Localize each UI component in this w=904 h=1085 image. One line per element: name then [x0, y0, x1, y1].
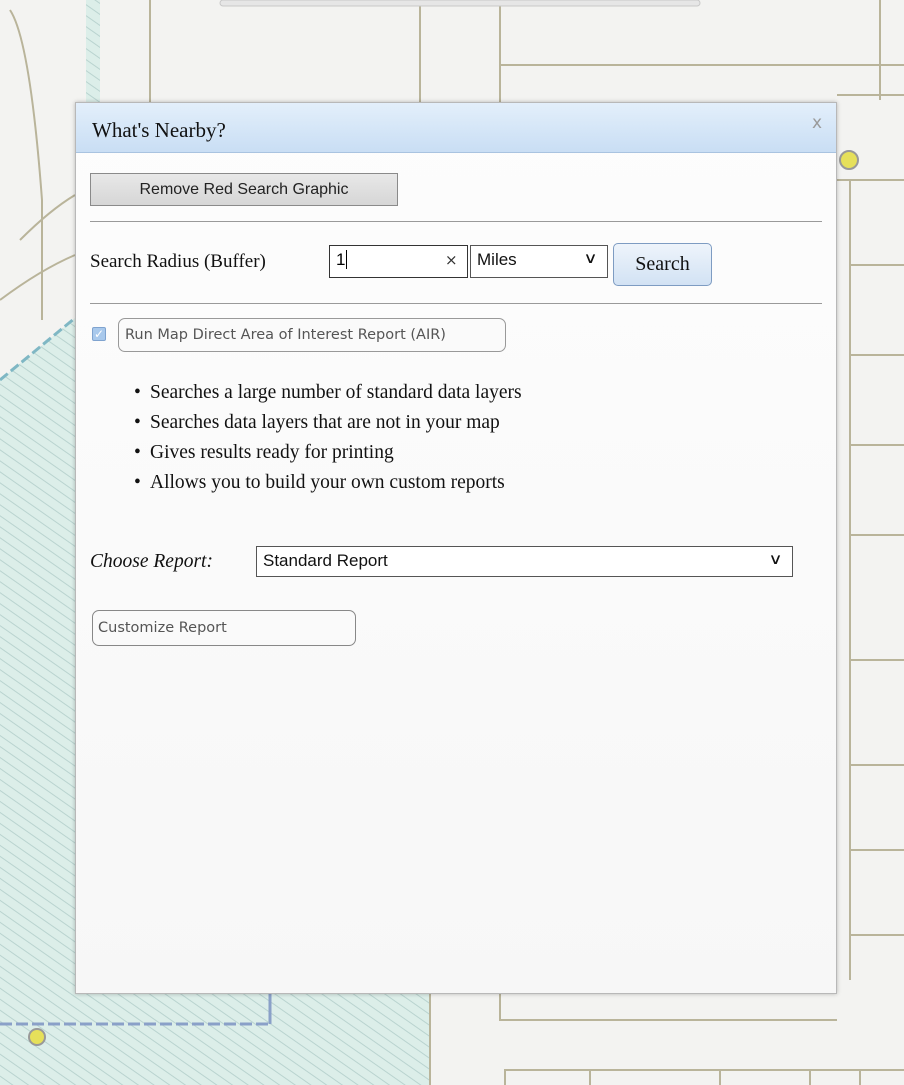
- list-item: Gives results ready for printing: [134, 438, 522, 468]
- run-air-report-button[interactable]: Run Map Direct Area of Interest Report (…: [118, 318, 506, 352]
- remove-red-search-graphic-button[interactable]: Remove Red Search Graphic: [90, 173, 398, 206]
- radius-unit-select[interactable]: Miles ∨: [470, 245, 608, 278]
- hatched-area-bottom: [0, 994, 430, 1085]
- list-item: Searches data layers that are not in you…: [134, 408, 522, 438]
- dialog-titlebar[interactable]: What's Nearby? x: [76, 103, 836, 153]
- hatched-strip: [86, 0, 100, 102]
- whats-nearby-dialog: What's Nearby? x Remove Red Search Graph…: [75, 102, 837, 994]
- report-select[interactable]: Standard Report ∨: [256, 546, 793, 577]
- map-marker-icon: [839, 150, 859, 170]
- map-marker-icon: [28, 1028, 46, 1046]
- search-button[interactable]: Search: [613, 243, 712, 286]
- list-item: Allows you to build your own custom repo…: [134, 468, 522, 498]
- list-item: Searches a large number of standard data…: [134, 378, 522, 408]
- hatched-area: [0, 318, 75, 1085]
- search-radius-value: 1: [336, 250, 346, 269]
- air-feature-list: Searches a large number of standard data…: [134, 378, 522, 498]
- divider: [90, 303, 822, 304]
- customize-report-button[interactable]: Customize Report: [92, 610, 356, 646]
- checkmark-icon: ✓: [93, 327, 105, 341]
- chevron-down-icon: ∨: [768, 550, 783, 568]
- close-icon[interactable]: x: [812, 113, 822, 133]
- report-select-value: Standard Report: [263, 551, 388, 570]
- radius-unit-value: Miles: [477, 250, 517, 269]
- search-radius-label: Search Radius (Buffer): [90, 251, 266, 272]
- clear-icon[interactable]: ×: [445, 251, 458, 269]
- dialog-title: What's Nearby?: [92, 118, 226, 142]
- chevron-down-icon: ∨: [583, 249, 598, 267]
- divider: [90, 221, 822, 222]
- choose-report-label: Choose Report:: [90, 551, 213, 572]
- air-checkbox[interactable]: ✓: [92, 327, 106, 341]
